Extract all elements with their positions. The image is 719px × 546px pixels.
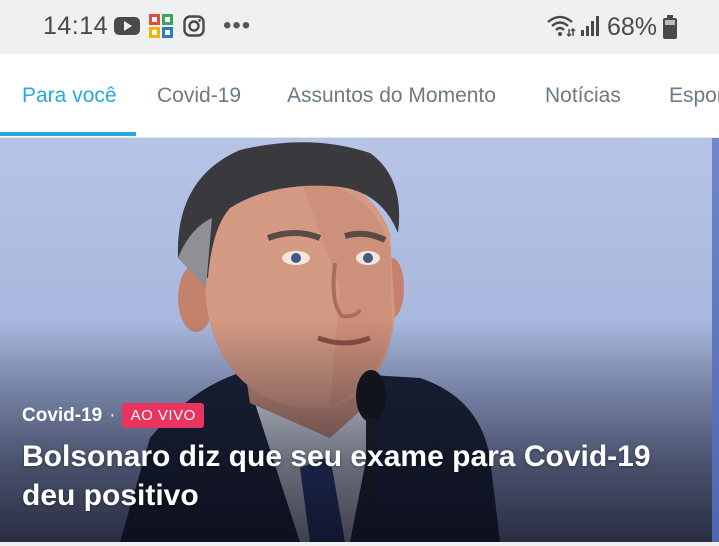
next-card-edge: [712, 138, 719, 542]
hero-article-card[interactable]: Covid-19 · AO VIVO Bolsonaro diz que seu…: [0, 138, 719, 542]
instagram-icon: [183, 15, 205, 42]
category-tab-bar: Para você Covid-19 Assuntos do Momento N…: [0, 54, 719, 138]
hero-meta: Covid-19 · AO VIVO: [22, 403, 204, 428]
tab-noticias[interactable]: Notícias: [545, 84, 621, 108]
article-category: Covid-19: [22, 404, 103, 426]
more-icon: •••: [223, 12, 252, 39]
wifi-icon: [546, 14, 576, 43]
status-time: 14:14: [43, 12, 109, 40]
battery-icon: [663, 15, 677, 44]
bottom-strip: [0, 542, 719, 546]
article-headline[interactable]: Bolsonaro diz que seu exame para Covid-1…: [22, 437, 682, 515]
signal-icon: [580, 15, 602, 42]
tab-covid-19[interactable]: Covid-19: [157, 84, 241, 108]
app-icon: [149, 14, 173, 43]
active-tab-indicator: [0, 132, 136, 136]
meta-separator: ·: [109, 404, 116, 426]
battery-percentage: 68%: [607, 13, 658, 41]
tab-assuntos-do-momento[interactable]: Assuntos do Momento: [287, 84, 496, 108]
live-badge: AO VIVO: [121, 403, 204, 428]
tab-para-voce[interactable]: Para você: [22, 84, 117, 108]
tab-esportes[interactable]: Espor: [669, 84, 719, 108]
status-bar: 14:14 ••• 68%: [0, 0, 719, 54]
youtube-icon: [114, 17, 140, 40]
